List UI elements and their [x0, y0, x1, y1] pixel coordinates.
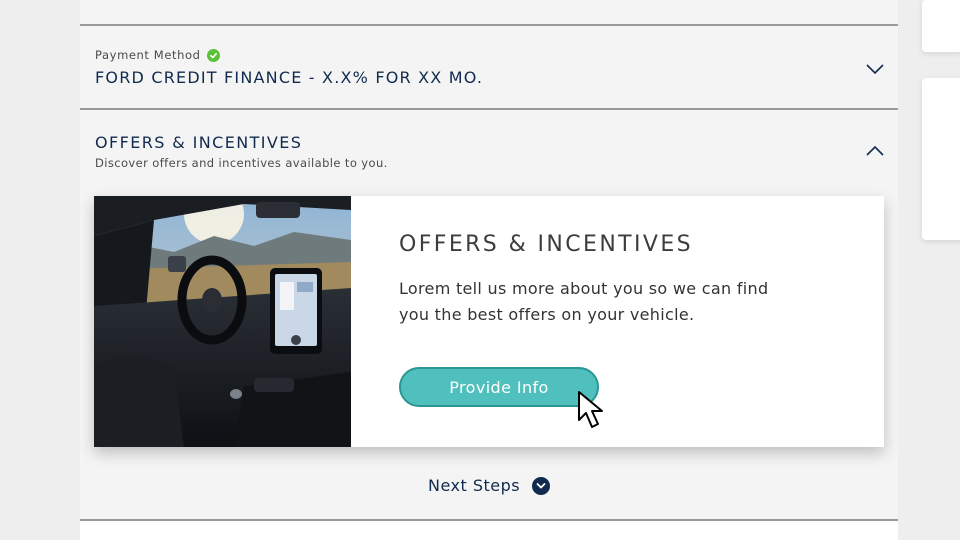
next-steps-toggle[interactable]: Next Steps: [428, 476, 551, 495]
next-section-stub: [80, 519, 898, 540]
chevron-up-icon[interactable]: [864, 144, 886, 158]
offer-card: OFFERS & INCENTIVES Lorem tell us more a…: [94, 196, 884, 447]
chevron-down-circle-icon[interactable]: [532, 476, 551, 495]
mouse-cursor-icon: [578, 391, 603, 428]
page: Payment Method FORD CREDIT FINANCE - X.X…: [0, 0, 960, 540]
previous-section-stub: [80, 0, 898, 26]
payment-method-label: Payment Method: [95, 48, 201, 62]
configurator-column: Payment Method FORD CREDIT FINANCE - X.X…: [80, 0, 898, 540]
next-steps-label: Next Steps: [428, 476, 521, 495]
vehicle-interior-image: [94, 196, 351, 447]
side-panel-card: [922, 0, 960, 52]
offers-section-title: OFFERS & INCENTIVES: [95, 133, 303, 152]
payment-method-label-row: Payment Method: [95, 48, 220, 62]
payment-method-value: FORD CREDIT FINANCE - X.X% FOR XX MO.: [95, 68, 484, 87]
check-circle-icon: [206, 48, 220, 62]
side-panel-card: [922, 78, 960, 240]
offer-card-body: OFFERS & INCENTIVES Lorem tell us more a…: [351, 196, 884, 447]
payment-method-section[interactable]: Payment Method FORD CREDIT FINANCE - X.X…: [80, 28, 898, 110]
offers-section-subtitle: Discover offers and incentives available…: [95, 156, 388, 170]
offer-card-description: Lorem tell us more about you so we can f…: [399, 279, 769, 324]
chevron-down-icon[interactable]: [864, 62, 886, 76]
offers-incentives-section: OFFERS & INCENTIVES Discover offers and …: [80, 112, 898, 520]
provide-info-button[interactable]: Provide Info: [399, 367, 599, 407]
offer-card-title: OFFERS & INCENTIVES: [399, 232, 694, 257]
